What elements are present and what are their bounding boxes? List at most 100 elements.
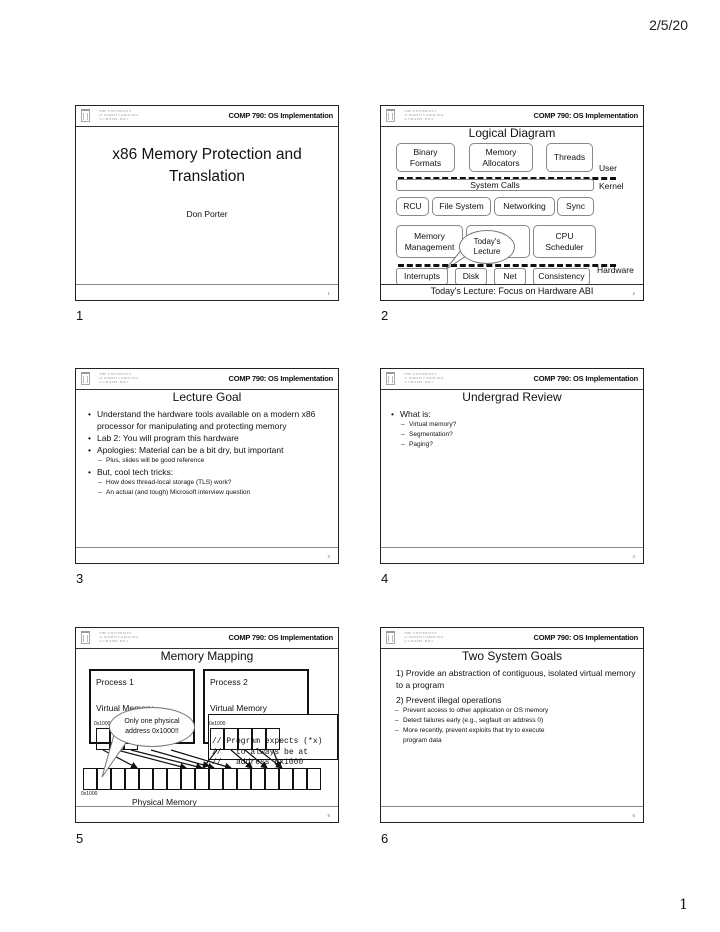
sub-bullet-item: Paging? [387,440,627,450]
diagram-box-rcu: RCU [396,197,429,216]
slide-2[interactable]: THE UNIVERSITY of NORTH CAROLINA at CHAPEL… [380,105,644,301]
course-title: COMP 790: OS Implementation [228,374,334,383]
sub-bullet-item: Segmentation? [387,430,627,440]
slide-label-5: 5 [76,831,84,846]
diagram-box-interrupts: Interrupts [396,268,448,285]
goal-item: 2) Prevent illegal operations [396,695,502,705]
physical-address: 0x1000 [81,791,98,797]
sub-bullet-item: How does thread-local storage (TLS) work… [84,478,324,488]
diagram-box-networking: Networking [494,197,555,216]
slide-footer: Today's Lecture: Focus on Hardware ABI 2 [381,284,643,300]
physical-page [181,768,195,790]
layer-label-hardware: Hardware [597,265,634,275]
course-title: COMP 790: OS Implementation [533,633,639,642]
slide-title: x86 Memory Protection and Translation [112,146,302,185]
slide-header: THE UNIVERSITY of NORTH CAROLINA at CHAPEL… [76,369,338,390]
bullet-list: Understand the hardware tools available … [84,408,324,498]
unc-logo-icon [386,631,395,644]
diagram-box-disk: Disk [455,268,487,285]
physical-page [307,768,321,790]
physical-page [237,768,251,790]
slide-title: Undergrad Review [462,390,562,404]
university-name: THE UNIVERSITY of NORTH CAROLINA at CHAPEL… [404,109,444,121]
handout-date: 2/5/20 [649,17,688,33]
course-title: COMP 790: OS Implementation [533,111,639,120]
slide-title: Logical Diagram [468,126,556,140]
slide-footer: 1 [76,284,338,300]
sub-bullet-item: An actual (and tough) Microsoft intervie… [84,488,324,498]
physical-page [223,768,237,790]
unc-logo-icon [386,109,395,122]
slide-5[interactable]: THE UNIVERSITY of NORTH CAROLINA at CHAPEL… [75,627,339,823]
bullet-item: What is: [387,408,627,420]
physical-page [279,768,293,790]
slide-label-1: 1 [76,308,84,323]
todays-lecture-callout: Today's Lecture [459,230,515,264]
diagram-box-sync: Sync [557,197,594,216]
slide-header: THE UNIVERSITY of NORTH CAROLINA at CHAPEL… [381,106,643,127]
slide-header: THE UNIVERSITY of NORTH CAROLINA at CHAPEL… [381,369,643,390]
physical-page [83,768,97,790]
slide-label-3: 3 [76,571,84,586]
diagram-box-memory-allocators: Memory Allocators [469,143,533,172]
diagram-box-binary-formats: Binary Formats [396,143,455,172]
handout-page-number: 1 [679,897,688,913]
author: Don Porter [186,209,228,219]
slide-number: 1 [327,291,330,296]
slide-number: 6 [632,813,635,818]
goal-item: 1) Provide an abstraction of contiguous,… [396,668,636,690]
slide-4[interactable]: THE UNIVERSITY of NORTH CAROLINA at CHAPEL… [380,368,644,564]
diagram-box-net: Net [494,268,526,285]
slide-footer: 5 [76,806,338,822]
slide-number: 4 [632,554,635,559]
unc-logo-icon [81,109,90,122]
slide-6[interactable]: THE UNIVERSITY of NORTH CAROLINA at CHAPEL… [380,627,644,823]
slide-label-2: 2 [381,308,389,323]
slide-title: Two System Goals [461,649,563,663]
slide-3[interactable]: THE UNIVERSITY of NORTH CAROLINA at CHAPEL… [75,368,339,564]
diagram-box-system-calls: System Calls [396,179,594,191]
bullet-item: Lab 2: You will program this hardware [84,432,324,444]
slide-1[interactable]: THE UNIVERSITY of NORTH CAROLINA at CHAPEL… [75,105,339,301]
slide-number: 5 [327,813,330,818]
slide-number: 2 [632,291,635,296]
unc-logo-icon [386,372,395,385]
course-title: COMP 790: OS Implementation [533,374,639,383]
university-name: THE UNIVERSITY of NORTH CAROLINA at CHAPEL… [99,109,139,121]
slide-footer: 4 [381,547,643,563]
slide-header: THE UNIVERSITY of NORTH CAROLINA at CHAPEL… [381,628,643,649]
university-name: THE UNIVERSITY of NORTH CAROLINA at CHAPEL… [99,372,139,384]
bullet-list: What is: Virtual memory? Segmentation? P… [387,408,627,450]
sub-bullet-item: More recently, prevent exploits that try… [381,726,553,746]
sub-bullet-item: Plus, slides will be good reference [84,456,324,466]
diagram-box-file-system: File System [432,197,491,216]
slide-footer-text: Today's Lecture: Focus on Hardware ABI [430,286,594,296]
slide-footer: 3 [76,547,338,563]
university-name: THE UNIVERSITY of NORTH CAROLINA at CHAPEL… [404,631,444,643]
bullet-item: Apologies: Material can be a bit dry, bu… [84,444,324,456]
sub-list: Prevent access to other application or O… [381,706,621,746]
physical-page [153,768,167,790]
slide-label-4: 4 [381,571,389,586]
unc-logo-icon [81,372,90,385]
slide-header: THE UNIVERSITY of NORTH CAROLINA at CHAPEL… [76,106,338,127]
physical-address-callout: Only one physical address 0x1000!! [109,707,195,747]
slide-footer: 6 [381,806,643,822]
numbered-list: 1) Provide an abstraction of contiguous,… [395,667,636,746]
bullet-item: But, cool tech tricks: [84,466,324,478]
course-title: COMP 790: OS Implementation [228,111,334,120]
diagram-box-threads: Threads [546,143,593,172]
physical-page [265,768,279,790]
slide-number: 3 [327,554,330,559]
physical-page [195,768,209,790]
sub-bullet-item: Virtual memory? [387,420,627,430]
diagram-box-consistency: Consistency [533,268,590,285]
slide-label-6: 6 [381,831,389,846]
layer-label-user: User [599,163,617,173]
physical-page [139,768,153,790]
physical-page [251,768,265,790]
sub-bullet-item: Detect failures early (e.g., segfault on… [381,716,621,726]
sub-bullet-item: Prevent access to other application or O… [381,706,621,716]
kernel-hardware-boundary [398,264,616,267]
bullet-item: Understand the hardware tools available … [84,408,324,432]
